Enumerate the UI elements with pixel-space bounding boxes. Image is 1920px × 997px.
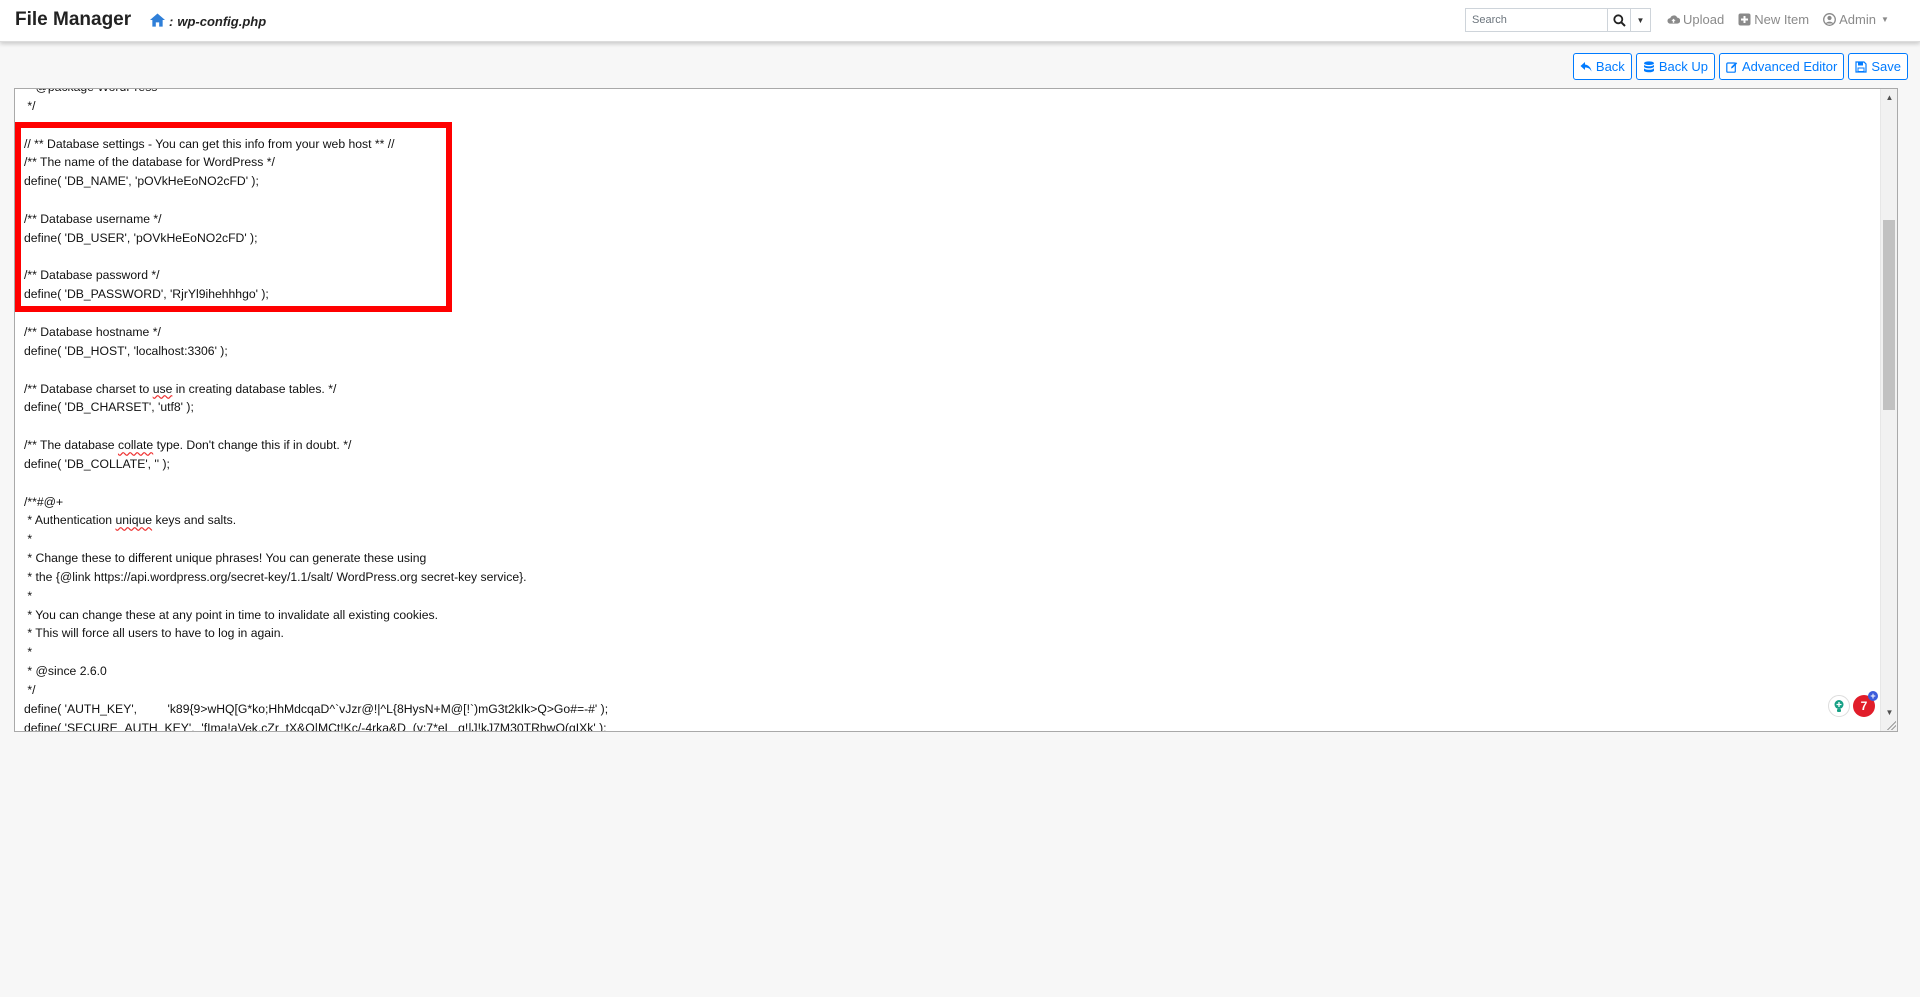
code-line: * @since 2.6.0 [24,664,107,679]
code-line: define( 'DB_HOST', 'localhost:3306' ); [24,343,228,358]
breadcrumb-separator: : [169,14,174,29]
code-line: */ [24,98,36,113]
admin-menu[interactable]: Admin ▼ [1823,12,1889,27]
code-line: /** Database password */ [24,268,160,283]
code-editor[interactable]: * @package WordPress */ // ** Database se… [14,88,1898,732]
breadcrumb-file: wp-config.php [177,14,267,29]
code-line: * This will force all users to have to l… [24,626,284,641]
lightbulb-icon[interactable] [1828,695,1850,717]
grammar-count: 7 [1860,699,1868,713]
code-line: * the {@link https://api.wordpress.org/s… [24,569,527,584]
database-icon [1643,60,1654,72]
code-line: define( 'DB_NAME', 'pOVkHeEoNO2cFD' ); [24,174,259,189]
search-input[interactable] [1465,8,1607,32]
floppy-disk-icon [1855,60,1867,73]
code-line: define( 'DB_CHARSET', 'utf8' ); [24,400,194,415]
code-line: /** The name of the database for WordPre… [24,155,275,170]
advanced-editor-button[interactable]: Advanced Editor [1718,53,1845,80]
home-icon[interactable] [150,13,165,30]
editor-scrollbar[interactable]: ▲ ▼ [1880,89,1897,731]
new-item-label: New Item [1754,12,1810,27]
search-group: ▼ [1465,8,1651,32]
code-line: define( 'DB_COLLATE', '' ); [24,456,170,471]
new-item-link[interactable]: New Item [1738,12,1809,27]
code-line: define( 'DB_PASSWORD', 'RjrYl9ihehhhgo' … [24,287,269,302]
code-line: /** The database collate type. Don't cha… [24,438,352,453]
code-line: define( 'DB_USER', 'pOVkHeEoNO2cFD' ); [24,230,258,245]
code-line: * Change these to different unique phras… [24,551,427,566]
save-label: Save [1871,59,1901,74]
code-line: // ** Database settings - You can get th… [24,136,395,151]
code-line: /** Database hostname */ [24,324,161,339]
code-line: * [24,645,33,660]
code-line: define( 'AUTH_KEY', 'k89{9>wHQ[G*ko;HhMd… [24,701,609,716]
code-content[interactable]: * @package WordPress */ // ** Database se… [24,89,1874,732]
upload-label: Upload [1683,12,1725,27]
search-button[interactable] [1607,8,1631,32]
user-circle-icon [1823,13,1837,26]
grammar-count-badge[interactable]: 7 + [1853,691,1878,717]
caret-down-icon: ▼ [1880,15,1889,24]
code-line: * Authentication unique keys and salts. [24,513,237,528]
code-line: * [24,588,33,603]
scroll-down-icon[interactable]: ▼ [1881,704,1897,721]
back-up-button[interactable]: Back Up [1635,53,1715,80]
scroll-up-icon[interactable]: ▲ [1881,89,1897,106]
scroll-thumb[interactable] [1883,220,1895,410]
back-label: Back [1595,59,1625,74]
upload-link[interactable]: Upload [1667,12,1724,27]
top-navbar: File Manager : wp-config.php ▼ Upload Ne… [0,0,1920,42]
admin-label: Admin [1839,12,1876,27]
code-line: */ [24,683,36,697]
back-button[interactable]: Back [1572,53,1632,80]
advanced-editor-label: Advanced Editor [1741,59,1838,74]
app-title[interactable]: File Manager [15,9,131,31]
plus-icon: + [1868,691,1878,701]
code-line: * @package WordPress [24,89,1874,97]
editor-toolbar: Back Back Up Advanced Editor Save [1572,53,1908,80]
search-icon [1612,13,1626,27]
grammar-widget[interactable]: 7 + [1828,691,1878,717]
resize-grip-icon[interactable] [1886,720,1896,730]
breadcrumb: : wp-config.php [150,13,266,30]
code-line: * [24,532,33,547]
code-line: /** Database charset to use in creating … [24,381,337,396]
search-dropdown-button[interactable]: ▼ [1631,8,1651,32]
save-button[interactable]: Save [1848,53,1908,80]
plus-square-icon [1738,13,1751,26]
code-line: /**#@+ [24,494,64,509]
code-line: define( 'SECURE_AUTH_KEY', 'fIma!aVek.cZ… [24,720,607,732]
code-line: * You can change these at any point in t… [24,607,438,622]
cloud-upload-icon [1667,15,1680,24]
nav-links: Upload New Item Admin ▼ [1667,12,1889,27]
caret-down-icon: ▼ [1636,15,1645,25]
reply-icon [1580,61,1592,71]
code-line: /** Database username */ [24,211,162,226]
edit-icon [1726,61,1738,73]
back-up-label: Back Up [1658,59,1708,74]
